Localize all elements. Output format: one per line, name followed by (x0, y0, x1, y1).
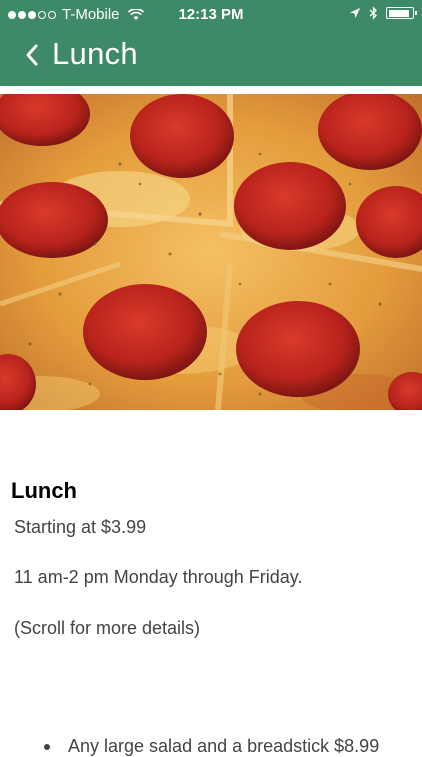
nav-title: Lunch (52, 36, 138, 71)
pizza-photo (0, 94, 422, 410)
battery-fill (388, 9, 410, 17)
list-item: Any large salad and a breadstick $8.99 (44, 736, 379, 757)
app-header: T-Mobile 12:13 PM Lunch (0, 0, 422, 86)
battery-icon (386, 7, 417, 19)
list-item-text: Any large salad and a breadstick $8.99 (68, 736, 380, 756)
location-arrow-icon (350, 8, 360, 18)
section-heading: Lunch (11, 478, 77, 503)
nav-bar: Lunch (0, 30, 422, 86)
battery-cap (414, 11, 417, 15)
price-text: Starting at $3.99 (14, 517, 147, 537)
bullet-icon (44, 744, 50, 751)
status-right (349, 6, 417, 20)
status-bar: T-Mobile 12:13 PM (0, 0, 422, 30)
pepperoni-pizza-image (0, 94, 422, 410)
back-chevron-icon[interactable] (22, 42, 50, 70)
hours-text: 11 am-2 pm Monday through Friday. (14, 567, 303, 587)
bluetooth-icon (369, 6, 377, 20)
scroll-note: (Scroll for more details) (14, 618, 201, 638)
